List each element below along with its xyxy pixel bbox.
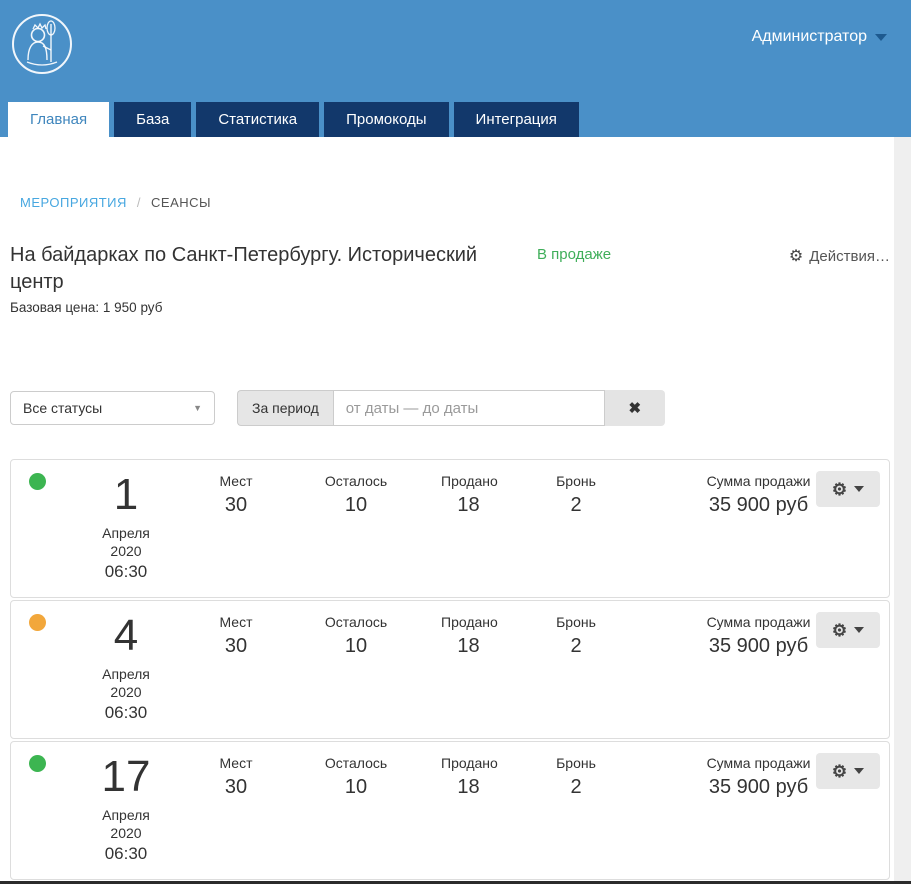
session-month: Апреля [51, 524, 201, 542]
session-time: 06:30 [51, 843, 201, 865]
session-left: Осталось10 [271, 601, 441, 738]
period-filter-group: За период ✖ [237, 390, 665, 426]
session-month: Апреля [51, 665, 201, 683]
session-sold: Продано18 [441, 742, 496, 879]
breadcrumb-link-events[interactable]: МЕРОПРИЯТИЯ [20, 195, 127, 210]
session-seats: Мест30 [201, 460, 271, 597]
app-logo[interactable] [10, 12, 74, 76]
base-price: Базовая цена: 1 950 руб [10, 300, 162, 315]
page-background-gutter [894, 137, 911, 884]
session-reserved: Бронь2 [496, 601, 656, 738]
status-dot [29, 755, 46, 772]
gear-icon: ⚙ [832, 622, 847, 639]
tab-statistika[interactable]: Статистика [196, 102, 319, 137]
session-left: Осталось10 [271, 460, 441, 597]
period-label: За период [237, 390, 333, 426]
actions-button-label: Действия… [809, 248, 890, 265]
actions-button[interactable]: ⚙ Действия… [789, 248, 890, 265]
session-day: 1 [51, 466, 201, 524]
chevron-down-icon [875, 34, 887, 41]
close-icon: ✖ [628, 399, 641, 417]
gear-icon: ⚙ [832, 481, 847, 498]
session-row: 17 Апреля 2020 06:30 Мест30 Осталось10 П… [10, 741, 890, 880]
period-date-input[interactable] [333, 390, 605, 426]
tab-promokody[interactable]: Промокоды [324, 102, 448, 137]
clear-filter-button[interactable]: ✖ [605, 390, 665, 426]
status-dot [29, 473, 46, 490]
main-nav: Главная База Статистика Промокоды Интегр… [8, 102, 579, 137]
session-left: Осталось10 [271, 742, 441, 879]
session-reserved: Бронь2 [496, 742, 656, 879]
chevron-down-icon [854, 768, 864, 774]
session-time: 06:30 [51, 561, 201, 583]
session-list: 1 Апреля 2020 06:30 Мест30 Осталось10 Пр… [10, 459, 890, 884]
status-badge: В продаже [537, 246, 611, 263]
tab-integraciya[interactable]: Интеграция [454, 102, 579, 137]
session-actions-dropdown[interactable]: ⚙ [816, 612, 880, 648]
breadcrumb: МЕРОПРИЯТИЯ / СЕАНСЫ [20, 195, 211, 210]
session-actions-dropdown[interactable]: ⚙ [816, 753, 880, 789]
session-date: 1 Апреля 2020 06:30 [51, 460, 201, 597]
filter-bar: Все статусы ▼ За период ✖ [10, 391, 890, 426]
session-time: 06:30 [51, 702, 201, 724]
breadcrumb-current-sessions: СЕАНСЫ [151, 195, 211, 210]
session-date: 4 Апреля 2020 06:30 [51, 601, 201, 738]
gear-icon: ⚙ [832, 763, 847, 780]
status-dot [29, 614, 46, 631]
status-filter-select[interactable]: Все статусы ▼ [10, 391, 215, 425]
session-row: 4 Апреля 2020 06:30 Мест30 Осталось10 Пр… [10, 600, 890, 739]
session-seats: Мест30 [201, 601, 271, 738]
session-year: 2020 [51, 824, 201, 842]
tab-glavnaya[interactable]: Главная [8, 102, 109, 137]
chevron-down-icon [854, 627, 864, 633]
session-year: 2020 [51, 542, 201, 560]
page-title: На байдарках по Санкт-Петербургу. Истори… [10, 242, 515, 296]
user-menu-label: Администратор [752, 28, 867, 46]
session-day: 4 [51, 607, 201, 665]
session-actions-dropdown[interactable]: ⚙ [816, 471, 880, 507]
session-reserved: Бронь2 [496, 460, 656, 597]
session-day: 17 [51, 748, 201, 806]
gear-icon: ⚙ [789, 249, 803, 265]
session-row: 1 Апреля 2020 06:30 Мест30 Осталось10 Пр… [10, 459, 890, 598]
session-sold: Продано18 [441, 601, 496, 738]
page: Администратор Главная База Статистика Пр… [0, 0, 911, 884]
session-date: 17 Апреля 2020 06:30 [51, 742, 201, 879]
session-sold: Продано18 [441, 460, 496, 597]
status-filter-value: Все статусы [23, 400, 102, 416]
session-year: 2020 [51, 683, 201, 701]
session-seats: Мест30 [201, 742, 271, 879]
select-caret-icon: ▼ [193, 403, 202, 413]
breadcrumb-separator: / [137, 195, 141, 210]
kayaker-logo-icon [10, 12, 74, 76]
event-header: На байдарках по Санкт-Петербургу. Истори… [10, 242, 890, 296]
chevron-down-icon [854, 486, 864, 492]
tab-baza[interactable]: База [114, 102, 191, 137]
user-menu[interactable]: Администратор [752, 28, 887, 46]
app-header: Администратор Главная База Статистика Пр… [0, 0, 911, 137]
session-month: Апреля [51, 806, 201, 824]
